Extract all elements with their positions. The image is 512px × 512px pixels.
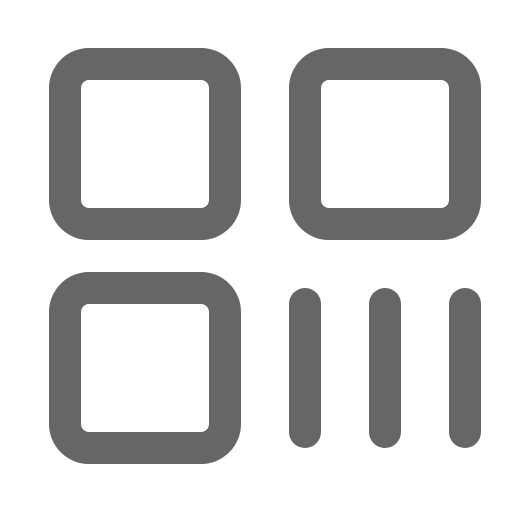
top-left-square — [49, 48, 241, 240]
qr-code-icon — [49, 48, 481, 464]
top-right-square — [289, 48, 481, 240]
qr-code-icon-container — [0, 0, 512, 512]
bottom-left-square — [49, 272, 241, 464]
